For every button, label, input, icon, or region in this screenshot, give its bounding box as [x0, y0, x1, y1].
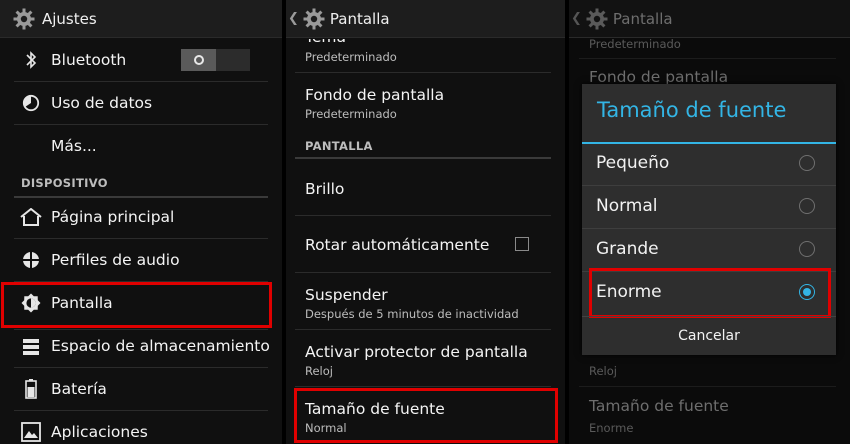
- section-display: PANTALLA: [305, 139, 373, 153]
- back-chevron-icon: ❮: [571, 11, 582, 26]
- gear-icon[interactable]: [12, 7, 36, 31]
- audio-profiles-icon: [20, 249, 42, 271]
- home-label: Página principal: [51, 208, 175, 226]
- display-panel: ❮ Pantalla Tema Predeterminado Fondo de …: [286, 0, 565, 444]
- wallpaper-label: Fondo de pantalla: [305, 86, 445, 104]
- gear-icon[interactable]: [302, 7, 326, 31]
- auto-rotate-checkbox[interactable]: [515, 237, 529, 251]
- storage-icon: [20, 336, 42, 358]
- cancel-button[interactable]: Cancelar: [582, 316, 836, 355]
- option-label: Grande: [596, 239, 659, 259]
- section-device: DISPOSITIVO: [21, 176, 108, 190]
- storage-label: Espacio de almacenamiento: [51, 337, 270, 355]
- sleep-value: Después de 5 minutos de inactividad: [305, 307, 519, 321]
- action-bar: ❮ Pantalla: [286, 0, 565, 38]
- back-chevron-icon[interactable]: ❮: [288, 11, 299, 26]
- page-title: Pantalla: [329, 9, 390, 28]
- bluetooth-label: Bluetooth: [51, 51, 127, 69]
- option-label: Pequeño: [596, 153, 670, 173]
- auto-rotate-label: Rotar automáticamente la: [305, 236, 489, 254]
- page-title: Ajustes: [42, 9, 97, 28]
- bg-font-size-label: Tamaño de fuente: [589, 397, 729, 415]
- apps-label: Aplicaciones: [51, 423, 148, 441]
- radio-button[interactable]: [799, 198, 815, 214]
- bg-daydream-value: Reloj: [589, 364, 617, 378]
- bg-theme-value: Predeterminado: [589, 37, 681, 51]
- huge-option-highlight: [589, 268, 831, 318]
- bluetooth-icon: [20, 49, 42, 71]
- theme-value: Predeterminado: [305, 50, 397, 64]
- settings-panel: Ajustes Bluetooth Uso de datos Más... DI…: [0, 0, 282, 444]
- font-size-dialog-panel: ❮ Pantalla Predeterminado Fondo de panta…: [569, 0, 850, 444]
- action-bar: ❮ Pantalla: [569, 0, 850, 38]
- sleep-label: Suspender: [305, 286, 388, 304]
- font-size-dialog: Tamaño de fuente Pequeño Normal Grande E…: [582, 84, 836, 355]
- data-usage-label: Uso de datos: [51, 94, 153, 112]
- apps-icon: [20, 421, 42, 443]
- radio-button[interactable]: [799, 155, 815, 171]
- dialog-title-divider: [582, 142, 836, 144]
- page-title: Pantalla: [612, 9, 673, 28]
- data-usage-icon: [20, 92, 42, 114]
- home-icon: [20, 206, 42, 228]
- font-size-highlight: [294, 388, 558, 443]
- daydream-value: Reloj: [305, 364, 333, 378]
- dialog-title: Tamaño de fuente: [597, 98, 787, 122]
- more-label: Más...: [51, 137, 97, 155]
- audio-profiles-label: Perfiles de audio: [51, 251, 180, 269]
- action-bar: Ajustes: [0, 0, 282, 38]
- radio-button[interactable]: [799, 241, 815, 257]
- gear-icon: [585, 7, 609, 31]
- daydream-label: Activar protector de pantalla: [305, 343, 528, 361]
- battery-label: Batería: [51, 380, 107, 398]
- bg-font-size-value: Enorme: [589, 421, 634, 435]
- battery-icon: [20, 378, 42, 400]
- display-highlight: [1, 282, 272, 328]
- toggle-thumb: [181, 49, 216, 71]
- wallpaper-value: Predeterminado: [305, 107, 397, 121]
- brightness-label: Brillo: [305, 180, 345, 198]
- option-label: Normal: [596, 196, 658, 216]
- bluetooth-toggle[interactable]: [181, 49, 250, 71]
